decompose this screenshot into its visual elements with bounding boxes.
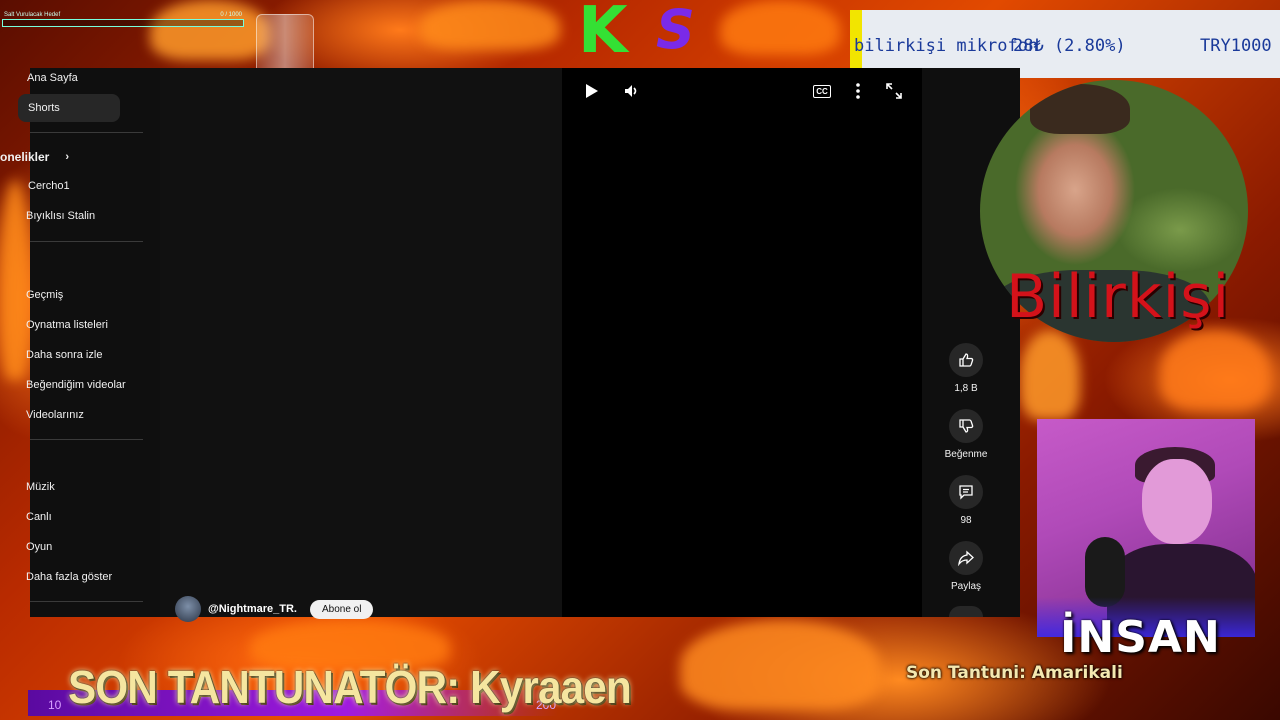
- strip-left-text: 10: [48, 698, 62, 712]
- webcam-bilirkisi-label: Bilirkişi: [1006, 262, 1231, 332]
- sidebar-item-label: Geçmiş: [26, 289, 64, 301]
- sidebar-item-your-videos[interactable]: Videolarınız: [26, 401, 128, 429]
- shorts-player[interactable]: CC: [562, 68, 922, 617]
- sidebar-item-channel[interactable]: Cercho1: [28, 172, 130, 200]
- dislike-button[interactable]: Beğenme: [945, 409, 987, 460]
- more-actions-button[interactable]: [946, 606, 986, 617]
- sidebar-item-label: Daha fazla göster: [26, 571, 113, 583]
- sidebar-item-label: Ana Sayfa: [27, 72, 78, 84]
- youtube-window: Ana Sayfa Shorts Abonelikler › Cercho1 Bı…: [0, 68, 1020, 622]
- son-tantuni-label: Son Tantuni: Amarikali: [906, 663, 1123, 683]
- feed-area: [160, 68, 562, 617]
- flame-decoration: [720, 0, 840, 55]
- sidebar-item-show-more[interactable]: Daha fazla göster: [26, 563, 128, 591]
- sidebar-item-watch-later[interactable]: Daha sonra izle: [26, 341, 128, 369]
- comment-count: 98: [960, 515, 972, 526]
- sidebar-item-label: Beğendiğim videolar: [26, 379, 126, 391]
- sidebar-item-label: Daha sonra izle: [26, 349, 103, 361]
- sidebar-item-label: Müzik: [26, 481, 55, 493]
- sidebar-item-label: Videolarınız: [26, 409, 84, 421]
- comment-icon: [959, 485, 973, 500]
- volume-icon: [625, 85, 637, 97]
- flame-decoration: [1160, 330, 1270, 410]
- sidebar-item-label: Canlı: [26, 511, 52, 523]
- more-vert-icon: [856, 83, 860, 99]
- share-circle: [949, 541, 983, 575]
- dislike-circle: [949, 409, 983, 443]
- sidebar: Ana Sayfa Shorts Abonelikler › Cercho1 Bı…: [0, 68, 175, 617]
- divider: [30, 439, 143, 440]
- share-icon: [958, 550, 974, 566]
- like-count: 1,8 B: [954, 383, 978, 394]
- sidebar-item-history[interactable]: Geçmiş: [26, 281, 128, 309]
- sidebar-item-home[interactable]: Ana Sayfa: [27, 64, 129, 92]
- goal-label: Salt Vurulacak Hedef: [4, 12, 61, 18]
- ks-logo-k: K: [578, 0, 628, 68]
- fullscreen-icon: [886, 83, 902, 99]
- divider: [30, 132, 143, 133]
- goal-progress: Salt Vurulacak Hedef 0 / 1000: [2, 12, 244, 28]
- ticker-amount: 28₺ (2.80%): [1013, 36, 1126, 56]
- ks-logo-s: S: [656, 0, 695, 61]
- divider: [30, 241, 143, 242]
- captions-icon: CC: [813, 84, 831, 98]
- cam2-face: [1142, 459, 1212, 544]
- like-circle: [949, 343, 983, 377]
- avatar[interactable]: [175, 596, 201, 622]
- more-options-button[interactable]: [847, 80, 869, 102]
- webcam-insan-label: İNSAN: [1060, 612, 1221, 663]
- sidebar-item-label: Oyun: [26, 541, 53, 553]
- goal-count: 0 / 1000: [220, 12, 242, 18]
- flame-decoration: [680, 620, 880, 710]
- ticker-goal: TRY1000: [1200, 36, 1272, 56]
- sidebar-item-liked-videos[interactable]: Beğendiğim videolar: [26, 371, 128, 399]
- sidebar-item-label: Cercho1: [28, 180, 70, 192]
- flame-decoration: [150, 0, 270, 60]
- share-label: Paylaş: [950, 581, 981, 592]
- divider: [30, 601, 143, 602]
- subscribe-button[interactable]: Abone ol: [309, 599, 374, 619]
- comments-button[interactable]: 98: [946, 475, 986, 526]
- sidebar-item-shorts[interactable]: Shorts: [18, 94, 120, 122]
- son-tantunator-label: SON TANTUNATÖR: Kyraaen: [68, 661, 632, 713]
- sidebar-item-label: Shorts: [28, 102, 60, 114]
- volume-button[interactable]: [620, 80, 642, 102]
- sidebar-item-live[interactable]: Canlı: [26, 503, 128, 531]
- chevron-right-icon: ›: [65, 151, 70, 163]
- sidebar-item-playlists[interactable]: Oynatma listeleri: [26, 311, 128, 339]
- sidebar-item-channel[interactable]: Bıyıklısı Stalin: [26, 202, 128, 230]
- sidebar-item-label: Oynatma listeleri: [26, 319, 108, 331]
- dislike-label: Beğenme: [944, 449, 988, 460]
- comments-circle: [949, 475, 983, 509]
- captions-button[interactable]: CC: [811, 80, 833, 102]
- more-actions-circle: [949, 606, 983, 617]
- webcam-insan: [1037, 419, 1255, 637]
- thumbs-up-icon: [959, 353, 974, 367]
- sidebar-item-music[interactable]: Müzik: [26, 473, 128, 501]
- sidebar-section-subscriptions[interactable]: Abonelikler ›: [0, 143, 86, 171]
- sidebar-item-label: Abonelikler: [0, 150, 50, 164]
- flame-decoration: [420, 0, 560, 50]
- cam1-hair: [1030, 84, 1130, 134]
- flame-decoration: [1020, 330, 1080, 420]
- sidebar-item-label: Bıyıklısı Stalin: [26, 210, 96, 222]
- fullscreen-button[interactable]: [883, 80, 905, 102]
- play-icon: [586, 84, 598, 98]
- goal-track: [2, 19, 244, 27]
- share-button[interactable]: Paylaş: [946, 541, 986, 592]
- channel-info: @Nightmare_TR. Abone ol: [175, 596, 374, 622]
- like-button[interactable]: 1,8 B: [946, 343, 986, 394]
- thumbs-down-icon: [959, 419, 974, 433]
- channel-name[interactable]: @Nightmare_TR.: [208, 603, 297, 615]
- sidebar-item-gaming[interactable]: Oyun: [26, 533, 128, 561]
- play-button[interactable]: [581, 80, 603, 102]
- ticker-item: bilirkişi mikrofon: [854, 36, 1039, 56]
